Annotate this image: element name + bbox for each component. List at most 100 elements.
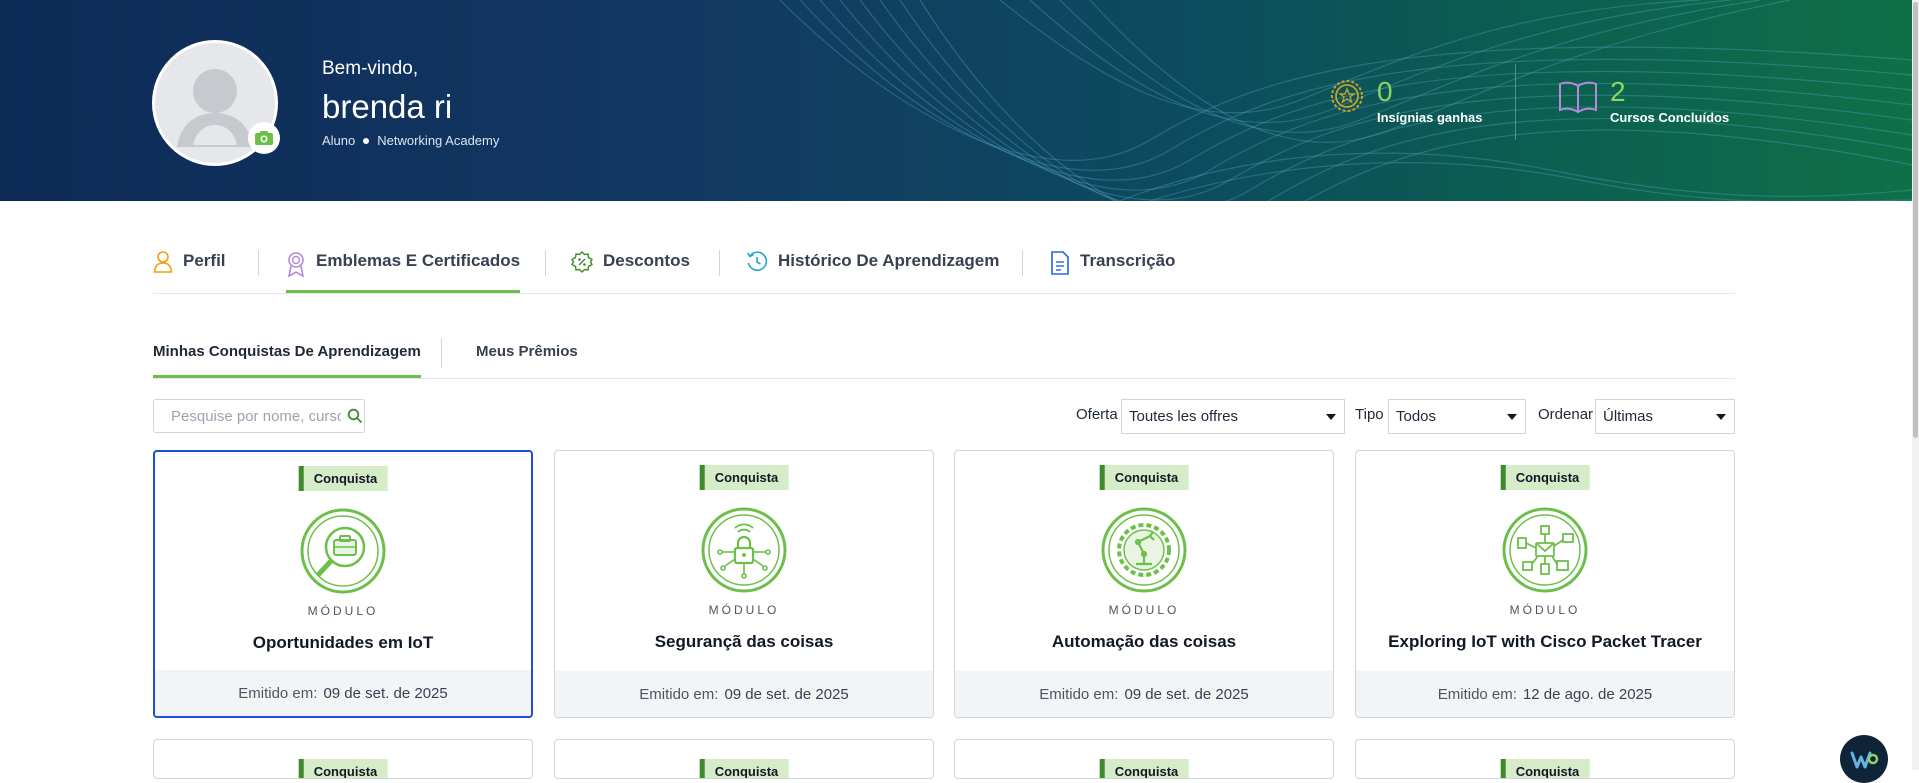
search-box	[153, 399, 365, 433]
tab-separator	[1022, 250, 1023, 276]
issued-date: 12 de ago. de 2025	[1522, 685, 1653, 703]
search-input[interactable]	[154, 406, 343, 426]
achievement-card[interactable]: Conquista MÓDULO Exploring IoT with Cisc…	[1355, 450, 1735, 718]
achievement-card[interactable]: Conquista	[153, 739, 533, 779]
badges-label: Insígnias ganhas	[1377, 110, 1483, 125]
achievement-card[interactable]: Conquista MÓDULO Automação das coisas Em…	[954, 450, 1334, 718]
achievement-title: Oportunidades em IoT	[252, 633, 434, 652]
achievement-card[interactable]: Conquista	[954, 739, 1334, 779]
document-icon	[1051, 251, 1069, 275]
achievement-card[interactable]: Conquista MÓDULO Segurançã das coisas Em…	[554, 450, 934, 718]
tab-separator	[545, 250, 546, 276]
type-filter-label: Tipo	[1355, 406, 1384, 423]
type-select[interactable]: Todos	[1388, 399, 1526, 434]
badge-medal-icon	[1331, 80, 1363, 112]
badges-earned-stat: 0 Insígnias ganhas	[1329, 78, 1482, 125]
profile-header: Bem-vindo, brenda ri Aluno Networking Ac…	[0, 0, 1912, 201]
badges-count: 0	[1377, 76, 1393, 107]
achievement-badge: Conquista	[1500, 465, 1590, 490]
tab-label: Perfil	[183, 251, 226, 270]
achievement-subtabs: Minhas Conquistas De Aprendizagem Meus P…	[153, 333, 1735, 379]
issued-date: 09 de set. de 2025	[1124, 685, 1249, 703]
scrollbar-thumb[interactable]	[1913, 2, 1918, 438]
separator-dot	[363, 137, 370, 144]
courses-label: Cursos Concluídos	[1610, 110, 1730, 125]
assistant-chat-button[interactable]	[1840, 735, 1888, 783]
issued-label: Emitido em:	[1437, 685, 1517, 703]
achievement-badge: Conquista	[298, 759, 388, 778]
achievement-footer: Emitido em: 09 de set. de 2025	[955, 671, 1333, 717]
tab-separator	[719, 250, 720, 276]
offer-filter-label: Oferta	[1076, 406, 1118, 423]
subtab-meus-premios[interactable]: Meus Prêmios	[476, 343, 578, 378]
tab-historico-aprendizagem[interactable]: Histórico De Aprendizagem	[746, 240, 999, 293]
issued-date: 09 de set. de 2025	[323, 684, 448, 702]
tab-label: Descontos	[603, 251, 690, 270]
camera-icon	[255, 131, 273, 145]
achievement-badge: Conquista	[699, 759, 789, 778]
achievement-badge: Conquista	[1099, 465, 1189, 490]
tab-label: Transcrição	[1080, 251, 1176, 270]
open-book-icon	[1559, 81, 1597, 114]
avatar	[152, 40, 280, 166]
padlock-network-emblem-icon	[701, 507, 787, 593]
achievement-title: Segurançã das coisas	[654, 632, 834, 651]
courses-count: 2	[1610, 76, 1626, 107]
assistant-logo-icon	[1850, 751, 1879, 769]
profile-tabs: Perfil Emblemas E Certificados Descontos…	[153, 240, 1735, 294]
issued-date: 09 de set. de 2025	[724, 685, 849, 703]
achievement-badge: Conquista	[1500, 759, 1590, 778]
achievement-kind: MÓDULO	[1108, 603, 1180, 617]
order-select[interactable]: Últimas	[1595, 399, 1735, 434]
tab-separator	[258, 250, 259, 276]
courses-completed-stat: 2 Cursos Concluídos	[1558, 78, 1729, 125]
tab-perfil[interactable]: Perfil	[153, 240, 226, 293]
robot-arm-gear-emblem-icon	[1101, 507, 1187, 593]
page-scrollbar[interactable]	[1912, 0, 1919, 770]
chevron-down-icon	[1507, 414, 1517, 420]
user-organization: Networking Academy	[377, 133, 500, 148]
achievement-title: Automação das coisas	[1051, 632, 1237, 651]
achievement-card[interactable]: Conquista	[1355, 739, 1735, 779]
tab-emblemas-certificados[interactable]: Emblemas E Certificados	[286, 240, 521, 293]
user-role: Aluno	[322, 133, 356, 148]
achievement-kind: MÓDULO	[708, 603, 780, 617]
achievement-footer: Emitido em: 12 de ago. de 2025	[1356, 671, 1734, 717]
subtab-separator	[441, 338, 442, 368]
tab-label: Emblemas E Certificados	[316, 251, 521, 270]
order-selected-value: Últimas	[1603, 408, 1654, 425]
chevron-down-icon	[1326, 414, 1336, 420]
briefcase-search-emblem-icon	[300, 508, 386, 594]
user-name: brenda ri	[322, 88, 453, 125]
issued-label: Emitido em:	[639, 685, 719, 703]
change-photo-button[interactable]	[248, 122, 280, 154]
search-icon[interactable]	[347, 408, 363, 424]
achievement-badge: Conquista	[298, 466, 388, 491]
tab-label: Histórico De Aprendizagem	[778, 251, 1000, 270]
achievement-footer: Emitido em: 09 de set. de 2025	[555, 671, 933, 717]
achievement-kind: MÓDULO	[307, 604, 379, 618]
order-filter-label: Ordenar	[1538, 406, 1594, 423]
type-selected-value: Todos	[1396, 408, 1437, 425]
user-icon	[153, 251, 173, 273]
history-icon	[746, 251, 768, 272]
tab-descontos[interactable]: Descontos	[571, 240, 690, 293]
iot-devices-emblem-icon	[1502, 507, 1588, 593]
discount-icon	[571, 251, 593, 273]
subtab-minhas-conquistas[interactable]: Minhas Conquistas De Aprendizagem	[153, 343, 421, 378]
achievement-title: Exploring IoT with Cisco Packet Tracer	[1388, 632, 1702, 651]
offer-selected-value: Toutes les offres	[1129, 408, 1238, 425]
tab-transcricao[interactable]: Transcrição	[1050, 240, 1175, 293]
chevron-down-icon	[1716, 414, 1726, 420]
achievement-card[interactable]: Conquista	[554, 739, 934, 779]
offer-select[interactable]: Toutes les offres	[1121, 399, 1345, 434]
issued-label: Emitido em:	[238, 684, 318, 702]
achievement-badge: Conquista	[699, 465, 789, 490]
achievement-kind: MÓDULO	[1509, 603, 1581, 617]
achievement-card[interactable]: Conquista MÓDULO Oportunidades em IoT Em…	[153, 450, 533, 718]
award-ribbon-icon	[287, 252, 305, 277]
stats-divider	[1515, 64, 1516, 140]
user-role-line: Aluno Networking Academy	[322, 133, 499, 148]
achievement-badge: Conquista	[1099, 759, 1189, 778]
welcome-text: Bem-vindo,	[322, 58, 419, 79]
